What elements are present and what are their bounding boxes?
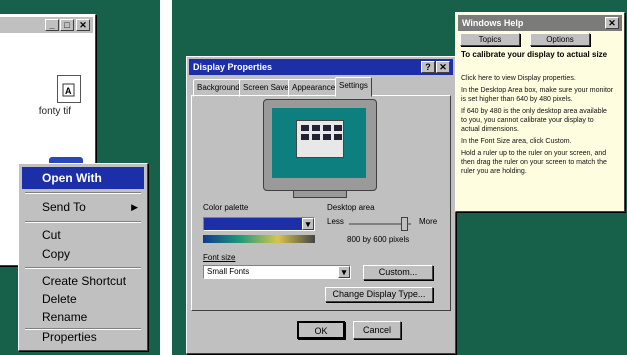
help-button[interactable]: ? (421, 61, 435, 73)
font-size-label: Font size (203, 253, 236, 262)
help-title: Windows Help (462, 18, 524, 28)
menu-separator (25, 267, 141, 269)
help-line: actual dimensions. (461, 126, 519, 133)
context-menu: Open With Send To ▶ Cut Copy Create Short… (18, 163, 148, 351)
monitor-preview (263, 99, 377, 191)
display-properties-titlebar: Display Properties ? ✕ (189, 59, 453, 75)
color-spectrum-bar (203, 235, 315, 243)
menu-separator (25, 192, 141, 194)
preview-icon (334, 134, 342, 140)
menu-item-open-with[interactable]: Open With (22, 167, 144, 189)
help-line: Click here to view Display properties. (461, 75, 576, 82)
slider-more-label: More (419, 217, 438, 226)
menu-item-copy[interactable]: Copy (22, 243, 144, 265)
menu-item-properties[interactable]: Properties (22, 326, 144, 348)
desktop-area-slider-thumb[interactable] (401, 217, 408, 231)
font-size-value: Small Fonts (207, 267, 250, 276)
document-icon: A (62, 83, 75, 97)
chevron-down-icon[interactable]: ▾ (302, 218, 314, 230)
preview-icon (301, 125, 309, 131)
slider-less-label: Less (327, 217, 344, 226)
change-display-type-button[interactable]: Change Display Type... (325, 287, 433, 302)
preview-icon (323, 134, 331, 140)
color-palette-label: Color palette (203, 203, 249, 212)
preview-icon (312, 125, 320, 131)
cancel-button[interactable]: Cancel (353, 321, 401, 339)
menu-item-rename[interactable]: Rename (22, 306, 144, 328)
font-size-select[interactable]: Small Fonts ▾ (203, 265, 351, 279)
tab-settings[interactable]: Settings (335, 77, 372, 97)
submenu-arrow-icon: ▶ (131, 202, 138, 212)
help-line: is set higher than 640 by 480 pixels. (461, 96, 573, 103)
close-button[interactable]: ✕ (605, 17, 619, 29)
close-button[interactable]: ✕ (76, 19, 90, 31)
options-button[interactable]: Options (530, 33, 590, 46)
desktop-area-label: Desktop area (327, 203, 375, 212)
help-line: In the Desktop Area box, make sure your … (461, 87, 614, 94)
help-window: Windows Help ✕ Topics Options To calibra… (455, 12, 625, 212)
custom-button[interactable]: Custom... (363, 265, 433, 280)
topics-button[interactable]: Topics (460, 33, 520, 46)
left-screenshot-panel: _ □ ✕ A fonty tif Open With Send To ▶ Cut… (0, 0, 160, 355)
ok-button[interactable]: OK (297, 321, 345, 339)
monitor-screen (272, 108, 366, 178)
maximize-button[interactable]: □ (60, 19, 74, 31)
svg-text:A: A (65, 86, 72, 96)
preview-icon (301, 134, 309, 140)
help-line: If 640 by 480 is the only desktop area a… (461, 108, 607, 115)
help-line: Hold a ruler up to the ruler on your scr… (461, 150, 607, 157)
help-heading: To calibrate your display to actual size (461, 50, 608, 59)
preview-icon (334, 125, 342, 131)
right-screenshot-panel: Display Properties ? ✕ Background Screen… (172, 0, 627, 355)
explorer-titlebar: _ □ ✕ (0, 17, 93, 33)
preview-icon (323, 125, 331, 131)
menu-separator (25, 221, 141, 223)
preview-window (296, 120, 344, 158)
help-line: then drag the ruler on your screen to ma… (461, 159, 607, 166)
chevron-down-icon[interactable]: ▾ (338, 266, 350, 278)
menu-item-send-to[interactable]: Send To ▶ (22, 196, 144, 218)
help-line: In the Font Size area, click Custom. (461, 138, 572, 145)
preview-icon (312, 134, 320, 140)
display-properties-dialog: Display Properties ? ✕ Background Screen… (186, 56, 456, 354)
tif-file-icon[interactable]: A (57, 75, 81, 103)
preview-icons (297, 121, 343, 144)
help-titlebar: Windows Help ✕ (458, 15, 622, 31)
help-line: ruler you are holding. (461, 168, 527, 175)
monitor-stand (293, 190, 347, 198)
color-palette-select[interactable]: ▾ (203, 217, 315, 231)
help-line: to you, you cannot calibrate your displa… (461, 117, 594, 124)
close-button[interactable]: ✕ (436, 61, 450, 73)
file-label: fonty tif (38, 106, 71, 117)
resolution-text: 800 by 600 pixels (347, 235, 410, 244)
dialog-title: Display Properties (193, 62, 273, 72)
minimize-button[interactable]: _ (45, 19, 59, 31)
